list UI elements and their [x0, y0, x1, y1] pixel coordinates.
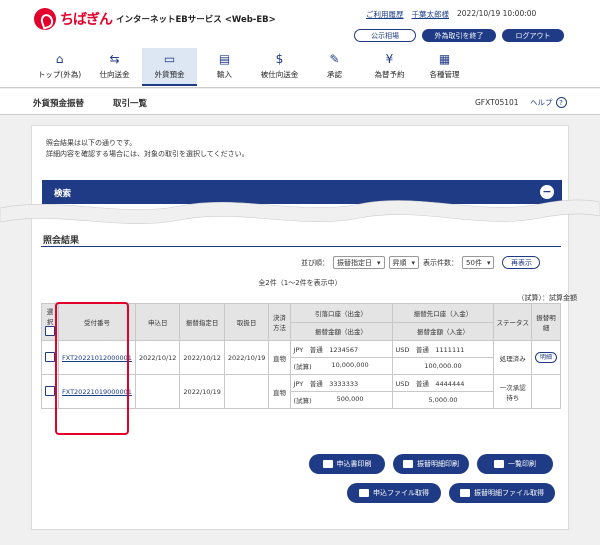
download-detail-button[interactable]: 振替明細ファイル取得 [449, 483, 555, 503]
print-detail-button[interactable]: 振替明細印刷 [393, 454, 469, 474]
history-link[interactable]: ご利用履歴 [366, 9, 404, 20]
nav-outward-remit[interactable]: ⇆ 仕向送金 [87, 48, 142, 86]
user-name-link[interactable]: 千葉太郎様 [412, 9, 450, 20]
nav-label: 被仕向送金 [260, 70, 299, 79]
help-icon: ? [555, 97, 567, 108]
print-list-button[interactable]: 一覧印刷 [477, 454, 553, 474]
nav-manage[interactable]: ▦ 各種管理 [417, 48, 472, 86]
print-detail-label: 振替明細印刷 [417, 460, 459, 468]
print-list-label: 一覧印刷 [508, 460, 536, 468]
print-application-label: 申込書印刷 [336, 460, 372, 468]
nav-label: 外貨預金 [154, 70, 185, 79]
forex-icon: ¥ [385, 52, 394, 66]
page-tear-divider [0, 199, 600, 224]
nav-label: 為替予約 [374, 70, 405, 79]
nav-label: 承認 [327, 70, 342, 79]
nav-label: 仕向送金 [99, 70, 130, 79]
download-icon [460, 489, 470, 497]
section-title: 外貨預金振替 [33, 99, 85, 109]
download-application-label: 申込ファイル取得 [373, 489, 429, 497]
global-nav: ⌂ トップ(外為) ⇆ 仕向送金 ▭ 外貨預金 ▤ 輸入 $ 被仕向送金 ✎ 承認 ¥ 為替予… [32, 48, 472, 86]
manage-icon: ▦ [438, 52, 451, 66]
printer-icon [403, 460, 413, 468]
receipt-highlight-frame [55, 302, 129, 435]
print-application-button[interactable]: 申込書印刷 [309, 454, 385, 474]
logout-button[interactable]: ログアウト [502, 29, 564, 42]
nav-label: トップ(外為) [37, 70, 82, 79]
remit-icon: ⇆ [109, 52, 120, 66]
printer-icon [322, 460, 333, 468]
notice-rate-button[interactable]: 公示相場 [354, 29, 416, 42]
approve-icon: ✎ [329, 52, 340, 66]
download-buttons: 申込ファイル取得 振替明細ファイル取得 [347, 483, 555, 503]
deposit-icon: ▭ [163, 52, 176, 66]
header: ちばぎん インターネットEBサービス <Web-EB> ご利用履歴 千葉太郎様 … [0, 0, 600, 88]
top-buttons: 公示相場 外為取引を終了 ログアウト [354, 29, 564, 42]
nav-forex[interactable]: ¥ 為替予約 [362, 48, 417, 86]
logo-icon [34, 8, 56, 30]
download-icon [359, 489, 369, 497]
message-line: 照会結果は以下の通りです。 [46, 139, 137, 147]
home-icon: ⌂ [55, 52, 64, 66]
nav-fx-deposit[interactable]: ▭ 外貨預金 [142, 48, 197, 86]
nav-top[interactable]: ⌂ トップ(外為) [32, 48, 87, 86]
logo-name: ちばぎん [60, 12, 113, 28]
receive-icon: $ [275, 52, 284, 66]
nav-approve[interactable]: ✎ 承認 [307, 48, 362, 86]
help-link[interactable]: ヘルプ? [530, 97, 567, 108]
top-links: ご利用履歴 千葉太郎様 2022/10/19 10:00:00 [366, 9, 536, 20]
message-line: 詳細内容を確認する場合には、対象の取引を選択してください。 [46, 150, 249, 158]
print-buttons: 申込書印刷 振替明細印刷 一覧印刷 [309, 454, 553, 474]
page-title: 取引一覧 [113, 99, 148, 109]
service-name: インターネットEBサービス <Web-EB> [116, 15, 276, 25]
title-bar: 外貨預金振替 取引一覧 GFXT05101 ヘルプ? [0, 89, 600, 115]
help-label: ヘルプ [530, 98, 553, 107]
import-icon: ▤ [218, 52, 231, 66]
guidance-message: 照会結果は以下の通りです。 詳細内容を確認する場合には、対象の取引を選択してくだ… [46, 138, 249, 160]
nav-inward-remit[interactable]: $ 被仕向送金 [252, 48, 307, 86]
download-application-button[interactable]: 申込ファイル取得 [347, 483, 441, 503]
logo: ちばぎん インターネットEBサービス <Web-EB> [34, 8, 276, 30]
login-timestamp: 2022/10/19 10:00:00 [457, 9, 537, 18]
nav-import[interactable]: ▤ 輸入 [197, 48, 252, 86]
nav-label: 各種管理 [429, 70, 460, 79]
screen-code: GFXT05101 [475, 98, 519, 107]
nav-label: 輸入 [217, 70, 232, 79]
end-fx-button[interactable]: 外為取引を終了 [422, 29, 496, 42]
download-detail-label: 振替明細ファイル取得 [474, 489, 544, 497]
printer-icon [494, 460, 504, 468]
